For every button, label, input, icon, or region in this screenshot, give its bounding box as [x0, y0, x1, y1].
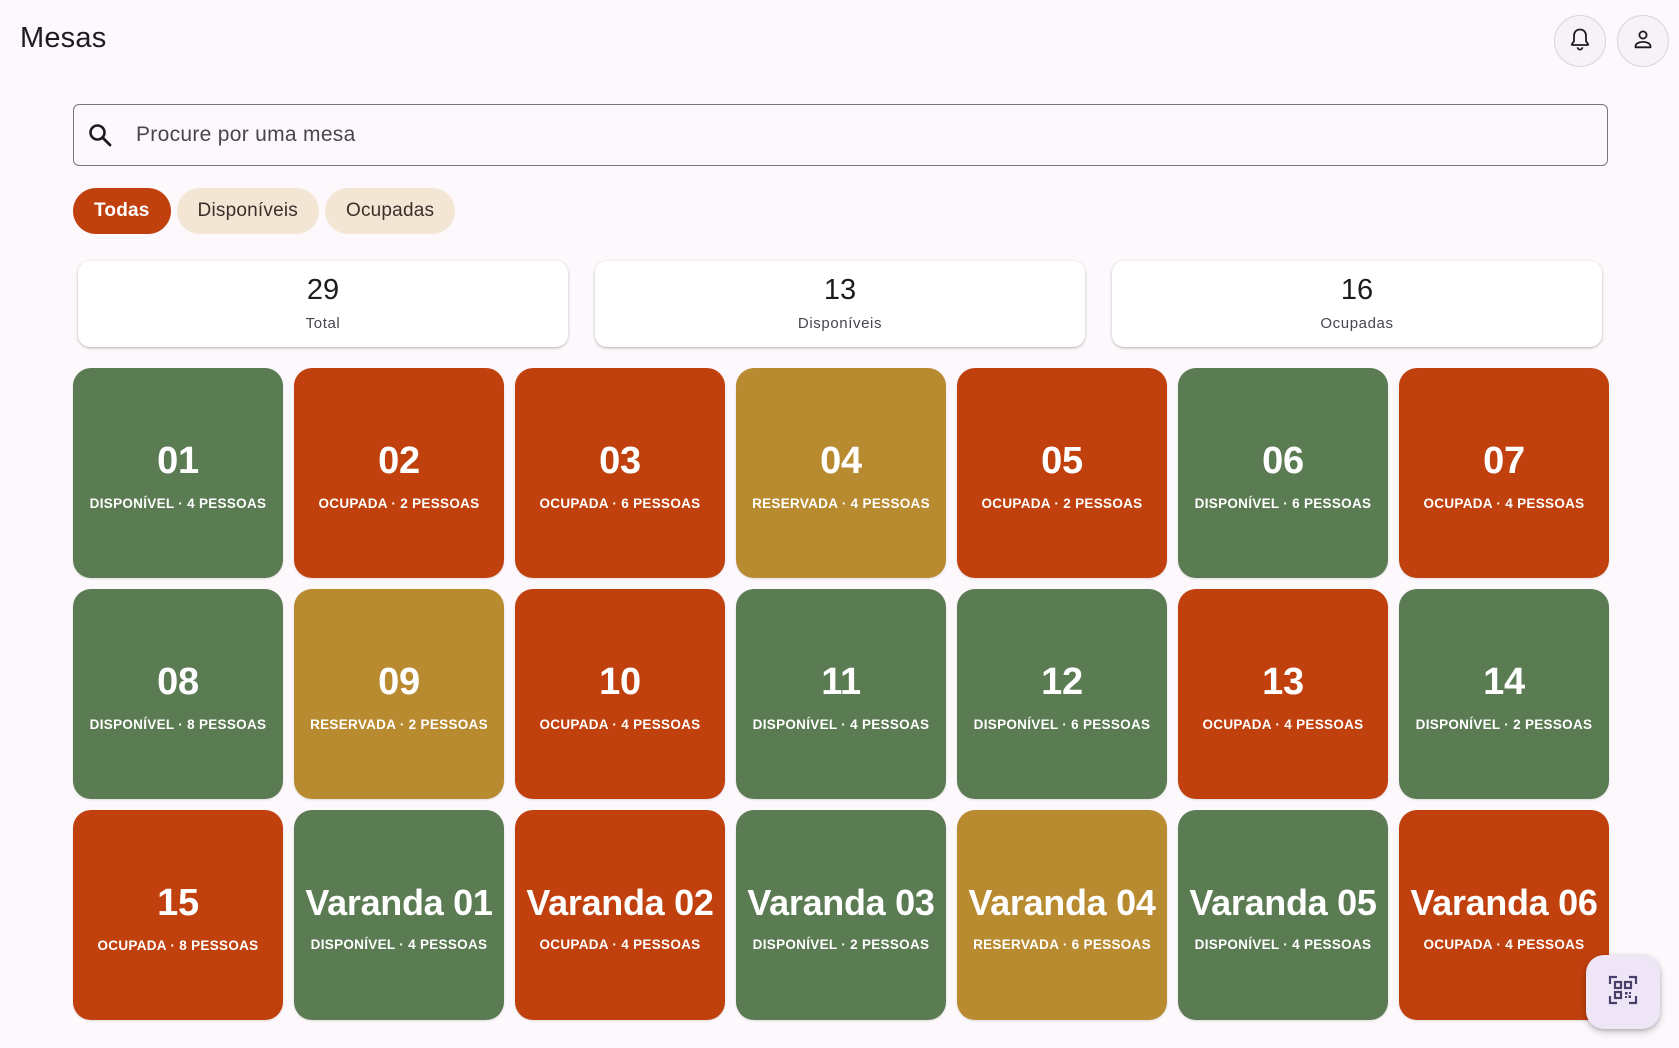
table-status: DISPONÍVEL · 2 PESSOAS [1415, 716, 1593, 732]
profile-button[interactable] [1617, 15, 1669, 67]
table-name: Varanda 06 [1410, 881, 1598, 923]
table-tile[interactable]: 14 DISPONÍVEL · 2 PESSOAS [1399, 589, 1609, 799]
filter-chip-disponiveis[interactable]: Disponíveis [176, 188, 319, 234]
filter-chip-todas[interactable]: Todas [73, 188, 171, 234]
table-tile[interactable]: 07 OCUPADA · 4 PESSOAS [1399, 368, 1609, 578]
table-status: DISPONÍVEL · 6 PESSOAS [1194, 495, 1372, 511]
table-tile[interactable]: 05 OCUPADA · 2 PESSOAS [957, 368, 1167, 578]
table-status: OCUPADA · 4 PESSOAS [539, 936, 701, 952]
table-tile[interactable]: Varanda 03 DISPONÍVEL · 2 PESSOAS [736, 810, 946, 1020]
table-tile[interactable]: 06 DISPONÍVEL · 6 PESSOAS [1178, 368, 1388, 578]
table-name: 06 [1262, 439, 1304, 482]
table-name: Varanda 01 [305, 881, 493, 923]
stats-row: 29 Total 13 Disponíveis 16 Ocupadas [78, 261, 1603, 347]
table-tile[interactable]: Varanda 01 DISPONÍVEL · 4 PESSOAS [294, 810, 504, 1020]
table-tile[interactable]: 15 OCUPADA · 8 PESSOAS [73, 810, 283, 1020]
table-status: RESERVADA · 6 PESSOAS [973, 936, 1151, 952]
stat-card-total: 29 Total [78, 261, 568, 347]
search-input[interactable] [134, 122, 1538, 148]
table-name: 10 [599, 660, 641, 703]
table-status: OCUPADA · 6 PESSOAS [539, 495, 701, 511]
table-tile[interactable]: 08 DISPONÍVEL · 8 PESSOAS [73, 589, 283, 799]
table-status: DISPONÍVEL · 4 PESSOAS [89, 495, 267, 511]
table-name: 03 [599, 439, 641, 482]
qr-scan-icon [1608, 975, 1638, 1010]
tables-screen: Mesas Procure por uma mesa Todas Disponí… [0, 0, 1679, 1048]
table-name: 05 [1041, 439, 1083, 482]
table-tile[interactable]: 01 DISPONÍVEL · 4 PESSOAS [73, 368, 283, 578]
table-tile[interactable]: Varanda 02 OCUPADA · 4 PESSOAS [515, 810, 725, 1020]
table-name: 09 [378, 660, 420, 703]
table-tile[interactable]: Varanda 04 RESERVADA · 6 PESSOAS [957, 810, 1167, 1020]
table-tile[interactable]: 04 RESERVADA · 4 PESSOAS [736, 368, 946, 578]
table-tile[interactable]: Varanda 06 OCUPADA · 4 PESSOAS [1399, 810, 1609, 1020]
filter-chips: Todas Disponíveis Ocupadas [73, 188, 456, 234]
table-tile[interactable]: 11 DISPONÍVEL · 4 PESSOAS [736, 589, 946, 799]
page-title: Mesas [20, 22, 107, 54]
table-name: 15 [157, 881, 199, 924]
app-header: Mesas [0, 0, 1679, 80]
table-status: DISPONÍVEL · 2 PESSOAS [752, 936, 930, 952]
stat-label: Total [305, 315, 341, 332]
table-name: Varanda 02 [526, 881, 714, 923]
stat-value: 16 [1340, 274, 1374, 306]
table-name: Varanda 04 [968, 881, 1156, 923]
table-name: 02 [378, 439, 420, 482]
table-name: 07 [1483, 439, 1525, 482]
tables-grid: 01 DISPONÍVEL · 4 PESSOAS 02 OCUPADA · 2… [73, 368, 1609, 1020]
table-name: Varanda 03 [747, 881, 935, 923]
table-tile[interactable]: 10 OCUPADA · 4 PESSOAS [515, 589, 725, 799]
table-status: OCUPADA · 2 PESSOAS [981, 495, 1143, 511]
stat-value: 13 [823, 274, 857, 306]
table-name: 13 [1262, 660, 1304, 703]
table-status: OCUPADA · 2 PESSOAS [318, 495, 480, 511]
scan-qr-button[interactable] [1586, 955, 1660, 1029]
person-icon [1632, 28, 1654, 55]
table-name: 04 [820, 439, 862, 482]
table-status: RESERVADA · 2 PESSOAS [310, 716, 488, 732]
table-name: 14 [1483, 660, 1525, 703]
stat-card-ocupadas: 16 Ocupadas [1112, 261, 1602, 347]
table-name: 12 [1041, 660, 1083, 703]
table-status: OCUPADA · 4 PESSOAS [1423, 495, 1585, 511]
table-status: DISPONÍVEL · 4 PESSOAS [752, 716, 930, 732]
bell-icon [1569, 27, 1591, 56]
table-status: RESERVADA · 4 PESSOAS [752, 495, 930, 511]
table-tile[interactable]: 13 OCUPADA · 4 PESSOAS [1178, 589, 1388, 799]
table-status: DISPONÍVEL · 8 PESSOAS [89, 716, 267, 732]
table-status: OCUPADA · 4 PESSOAS [1423, 936, 1585, 952]
table-tile[interactable]: 02 OCUPADA · 2 PESSOAS [294, 368, 504, 578]
table-name: 01 [157, 439, 199, 482]
table-status: OCUPADA · 4 PESSOAS [539, 716, 701, 732]
filter-chip-ocupadas[interactable]: Ocupadas [324, 188, 456, 234]
table-name: 11 [821, 660, 861, 703]
table-name: 08 [157, 660, 199, 703]
table-tile[interactable]: Varanda 05 DISPONÍVEL · 4 PESSOAS [1178, 810, 1388, 1020]
search-bar[interactable] [73, 104, 1608, 166]
table-tile[interactable]: 09 RESERVADA · 2 PESSOAS [294, 589, 504, 799]
stat-label: Disponíveis [797, 315, 883, 332]
table-tile[interactable]: 03 OCUPADA · 6 PESSOAS [515, 368, 725, 578]
table-status: DISPONÍVEL · 6 PESSOAS [973, 716, 1151, 732]
table-status: OCUPADA · 8 PESSOAS [97, 937, 259, 953]
table-name: Varanda 05 [1189, 881, 1377, 923]
notifications-button[interactable] [1554, 15, 1606, 67]
table-status: OCUPADA · 4 PESSOAS [1202, 716, 1364, 732]
search-icon [86, 121, 114, 149]
stat-label: Ocupadas [1320, 315, 1394, 332]
table-status: DISPONÍVEL · 4 PESSOAS [1194, 936, 1372, 952]
stat-value: 29 [306, 274, 340, 306]
table-tile[interactable]: 12 DISPONÍVEL · 6 PESSOAS [957, 589, 1167, 799]
table-status: DISPONÍVEL · 4 PESSOAS [310, 936, 488, 952]
stat-card-disponiveis: 13 Disponíveis [595, 261, 1085, 347]
